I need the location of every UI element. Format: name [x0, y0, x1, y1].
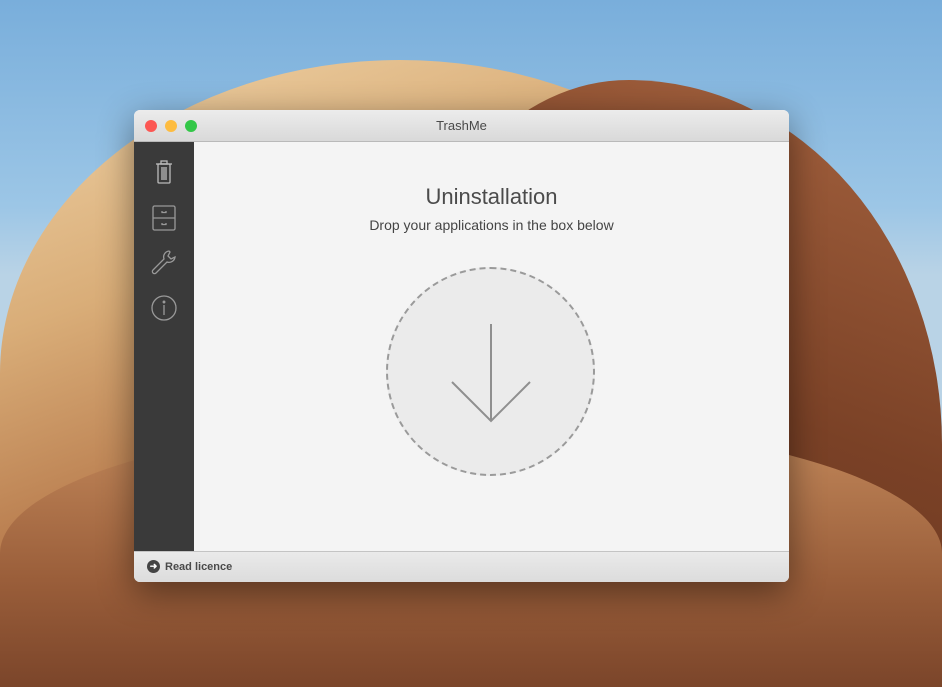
- read-licence-link[interactable]: ➜ Read licence: [147, 560, 232, 573]
- sidebar: [134, 142, 194, 551]
- arrow-right-circle-icon: ➜: [147, 560, 160, 573]
- page-subtitle: Drop your applications in the box below: [369, 217, 614, 233]
- footer-bar: ➜ Read licence: [134, 551, 789, 582]
- main-panel: Uninstallation Drop your applications in…: [194, 142, 789, 551]
- drop-zone[interactable]: [386, 267, 595, 476]
- trash-icon[interactable]: [149, 157, 179, 187]
- info-icon[interactable]: [149, 293, 179, 323]
- close-button[interactable]: [145, 120, 157, 132]
- window-title: TrashMe: [436, 118, 487, 133]
- app-window: TrashMe Uninstallation Drop your applica…: [134, 110, 789, 582]
- zoom-button[interactable]: [185, 120, 197, 132]
- wrench-icon[interactable]: [149, 248, 179, 278]
- page-title: Uninstallation: [425, 184, 558, 209]
- drawer-icon[interactable]: [149, 203, 179, 233]
- read-licence-label: Read licence: [165, 560, 233, 573]
- minimize-button[interactable]: [165, 120, 177, 132]
- arrow-down-icon: [451, 324, 531, 423]
- title-bar[interactable]: TrashMe: [134, 110, 789, 142]
